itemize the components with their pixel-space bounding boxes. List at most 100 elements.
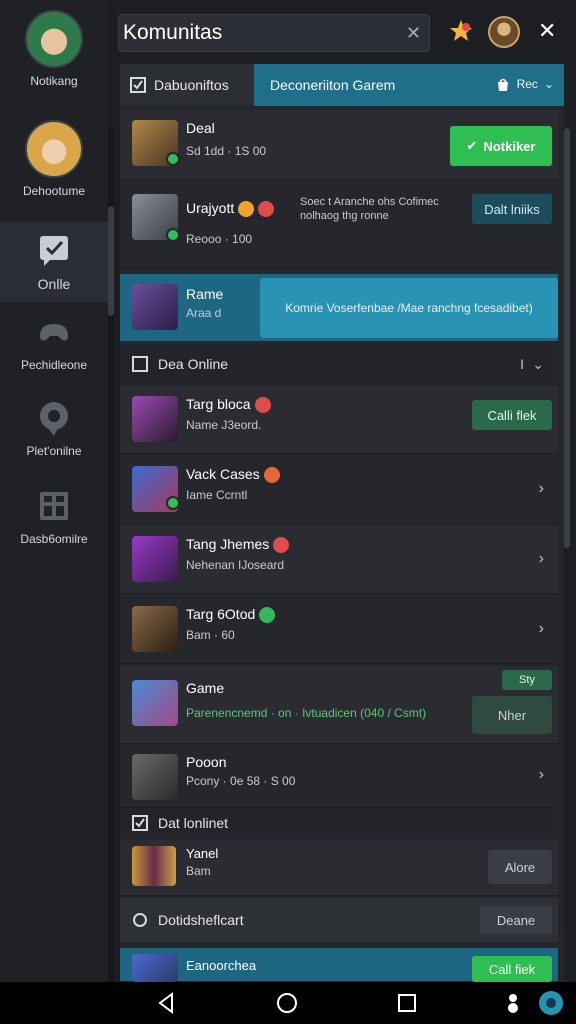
row-title: Urajyott (186, 200, 275, 218)
game-avatar (132, 606, 178, 652)
chevron-right-icon[interactable]: › (539, 480, 544, 498)
emoji-icon (254, 397, 271, 414)
avatar (25, 120, 83, 178)
sidebar-item-notifications[interactable]: Notikang (0, 10, 108, 88)
top-bar: ✕ ✕ (108, 0, 576, 64)
game-avatar (132, 396, 178, 442)
row-title: Yanel (186, 846, 219, 861)
call-button[interactable]: Call fiek (472, 956, 552, 982)
chevron-right-icon[interactable]: › (539, 550, 544, 568)
list-item[interactable]: Pooon Pcony · 0e 58 · S 00 › (120, 746, 558, 808)
grid-icon (40, 492, 68, 520)
chat-check-icon (40, 236, 68, 266)
game-avatar (132, 846, 176, 886)
search-box[interactable]: ✕ (118, 14, 430, 52)
call-button[interactable]: Calli flek (472, 400, 552, 430)
emoji-icon (258, 201, 275, 218)
assistant-icon[interactable] (500, 990, 526, 1016)
tab-favorites[interactable]: Dabuoniftos (120, 64, 254, 106)
list-item[interactable]: Targ bloca Name J3eord. Calli flek (120, 386, 558, 454)
check-icon: ✔ (466, 138, 478, 153)
sidebar-item-groups[interactable]: Pechidleone (0, 312, 108, 372)
system-nav-bar (0, 982, 576, 1024)
list-item[interactable]: Game Parenencnemd · on · Ivtuadicen (040… (120, 666, 558, 744)
section-label: Dotidsheflcart (158, 912, 244, 928)
close-icon[interactable]: ✕ (538, 18, 556, 44)
app-root: ✕ ✕ Notikang Dehootume Onlle (0, 0, 576, 1024)
avatar (25, 10, 83, 68)
bag-icon (497, 78, 508, 91)
list-item[interactable]: Urajyott Reooo · 100 Soec t Aranche ohs … (120, 182, 558, 268)
sidebar-item-label: Plet'onilne (26, 444, 82, 458)
section-label: Dea Online (158, 356, 229, 372)
tab-action[interactable]: Rec ⌄ (495, 76, 554, 92)
chevron-right-icon[interactable]: › (539, 620, 544, 638)
tab-game-recommendation[interactable]: Deconeriiton Garem Rec ⌄ (254, 64, 564, 106)
more-button[interactable]: Alore (488, 850, 552, 884)
chevron-down-icon: ⌄ (543, 77, 554, 91)
sidebar-scrollbar[interactable] (108, 128, 114, 982)
sidebar: Notikang Dehootume Onlle Pechidleone Ple… (0, 0, 108, 982)
tab-bar: Dabuoniftos Deconeriiton Garem Rec ⌄ (120, 64, 564, 106)
sidebar-item-label: Pechidleone (20, 358, 88, 372)
chevron-right-icon[interactable]: › (539, 766, 544, 784)
row-title: Targ 6Otod (186, 606, 276, 624)
done-button[interactable]: Deane (480, 906, 552, 934)
scroll-thumb[interactable] (564, 128, 570, 548)
more-button[interactable]: Nher (472, 696, 552, 734)
list-item[interactable]: Targ 6Otod Bam · 60 › (120, 596, 558, 664)
back-icon[interactable] (154, 990, 180, 1016)
tab-label: Dabuoniftos (154, 77, 229, 93)
list-item[interactable]: Vack Cases Iame Ccrntl › (120, 456, 558, 524)
online-badge (166, 228, 180, 242)
checkbox-icon (130, 77, 146, 93)
button-label: Alore (504, 859, 536, 875)
section-header[interactable]: Dea Online I ⌄ (120, 344, 558, 384)
list-item-selected[interactable]: Rame Araa d Komrie Voserfenbae /Mae ranc… (120, 274, 558, 342)
list-item[interactable]: Deal Sd 1dd · 1S 00 ✔ Notkiker (120, 110, 558, 180)
section-header[interactable]: Dat lonlinet (120, 808, 558, 838)
emoji-icon (259, 607, 276, 624)
clear-icon[interactable]: ✕ (406, 23, 421, 44)
row-description: Soec t Aranche ohs Cofimec (300, 196, 439, 208)
star-badge-icon[interactable] (448, 18, 474, 44)
row-subtitle: Parenencnemd · on · Ivtuadicen (040 / Cs… (186, 706, 427, 720)
button-label: Notkiker (483, 138, 536, 154)
gamepad-icon (40, 324, 68, 341)
button-label: Dalt lniiks (484, 201, 540, 217)
button-label: Call fiek (488, 961, 536, 977)
scroll-thumb[interactable] (108, 206, 114, 316)
search-input[interactable] (119, 15, 399, 51)
detail-link-button[interactable]: Dalt lniiks (472, 194, 552, 224)
row-subtitle: Reooo · 100 (186, 232, 253, 246)
sidebar-item-chat[interactable]: Plet'onilne (0, 398, 108, 458)
sidebar-item-label: Notikang (30, 74, 78, 88)
chevron-down-icon[interactable]: ⌄ (532, 356, 544, 373)
notify-button[interactable]: ✔ Notkiker (450, 126, 552, 166)
section-header[interactable]: Dotidsheflcart Deane (120, 898, 558, 942)
sidebar-item-label: Dasb6omilre (20, 532, 88, 546)
sidebar-item-profile[interactable]: Dehootume (0, 120, 108, 198)
row-title: Tang Jhemes (186, 536, 290, 554)
home-icon[interactable] (274, 990, 300, 1016)
sidebar-item-label: Onlle (37, 276, 71, 292)
app-icon[interactable] (538, 990, 564, 1016)
section-marker: I (520, 356, 524, 372)
settings-icon (133, 913, 147, 927)
checkbox-icon (132, 815, 148, 831)
join-game-button[interactable]: Komrie Voserfenbae /Mae ranchng fcesadib… (260, 278, 558, 338)
tab-action-label: Rec (516, 77, 538, 91)
list-item[interactable]: Eanoorchea Call fiek (120, 948, 558, 982)
sidebar-item-dashboard[interactable]: Dasb6omilre (0, 486, 108, 546)
sidebar-item-online[interactable]: Onlle (0, 222, 108, 302)
recents-icon[interactable] (394, 990, 420, 1016)
list-scrollbar[interactable] (564, 128, 570, 928)
row-title: Targ bloca (186, 396, 271, 414)
profile-avatar[interactable] (488, 16, 520, 48)
sidebar-item-label: Dehootume (22, 184, 86, 198)
row-title: Pooon (186, 754, 227, 770)
message-icon (40, 402, 68, 436)
list-item[interactable]: Yanel Bam Alore (120, 840, 558, 896)
game-avatar (132, 954, 178, 982)
list-item[interactable]: Tang Jhemes Nehenan IJoseard › (120, 526, 558, 594)
